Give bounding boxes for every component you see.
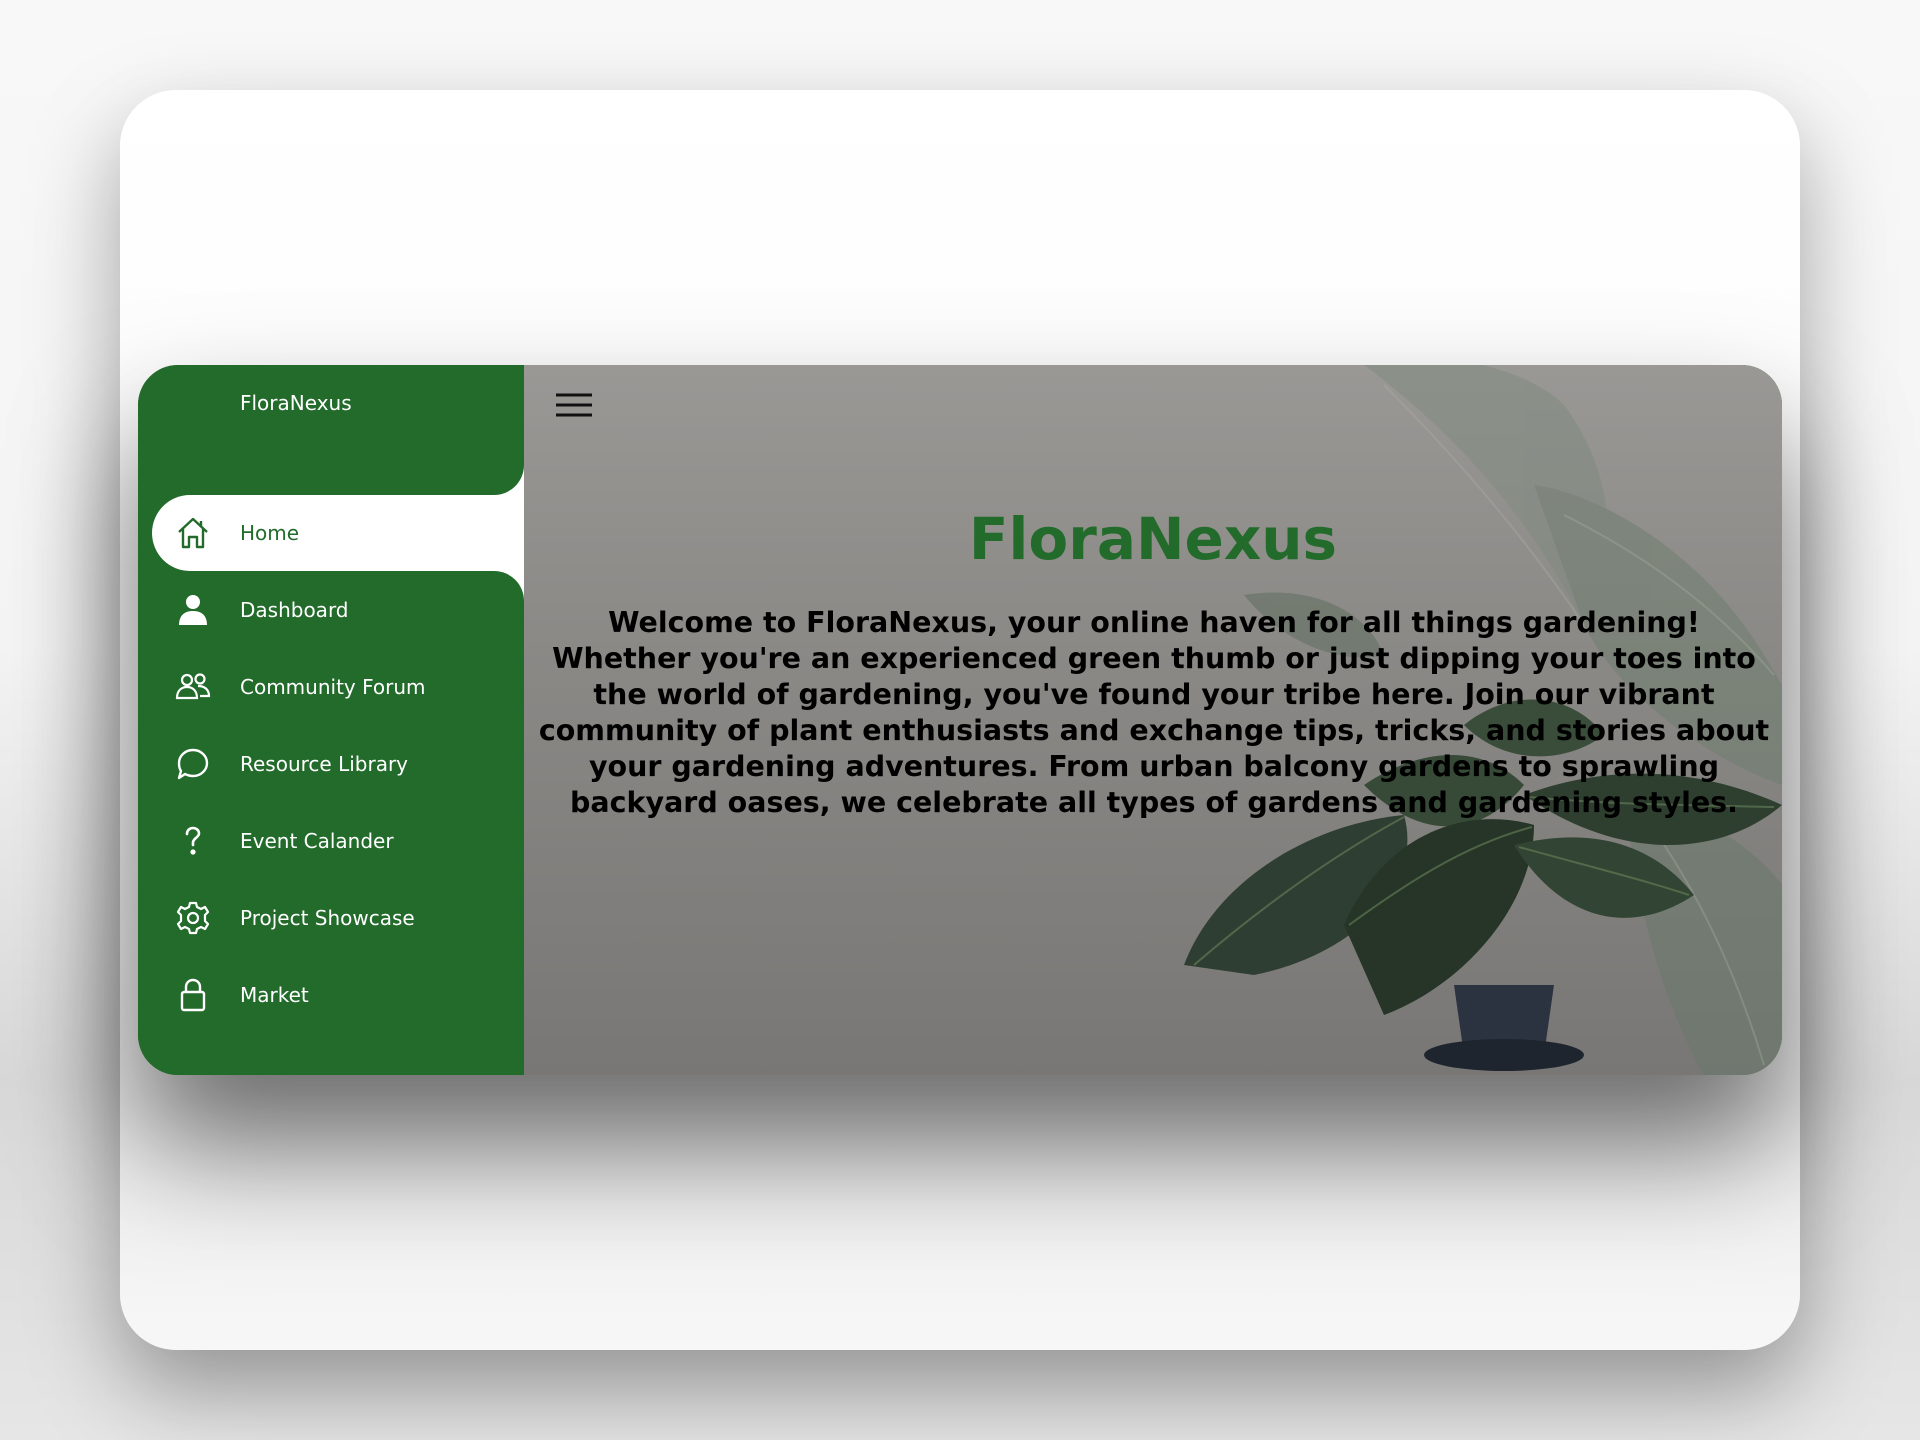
sidebar-item-resource-library[interactable]: Resource Library [152,726,524,802]
hamburger-menu-icon[interactable] [554,390,594,420]
sidebar: FloraNexus Home Dashboard Community Foru… [138,365,524,1075]
sidebar-item-event-calander[interactable]: Event Calander [152,803,524,879]
users-icon [168,669,218,705]
main-content: FloraNexus Welcome to FloraNexus, your o… [524,365,1782,1075]
sidebar-item-dashboard[interactable]: Dashboard [152,572,524,648]
sidebar-item-label: Resource Library [240,752,409,776]
sidebar-item-home[interactable]: Home [152,495,524,571]
sidebar-brand: FloraNexus [240,391,352,415]
sidebar-item-label: Dashboard [240,598,349,622]
gear-icon [168,900,218,936]
sidebar-item-label: Event Calander [240,829,394,853]
welcome-description: Welcome to FloraNexus, your online haven… [538,606,1770,819]
sidebar-item-project-showcase[interactable]: Project Showcase [152,880,524,956]
sidebar-item-label: Market [240,983,309,1007]
user-icon [168,592,218,628]
sidebar-item-community-forum[interactable]: Community Forum [152,649,524,725]
chat-bubble-icon [168,746,218,782]
lock-icon [168,977,218,1013]
sidebar-item-market[interactable]: Market [152,957,524,1033]
sidebar-item-label: Community Forum [240,675,426,699]
sidebar-item-label: Project Showcase [240,906,415,930]
page-title: FloraNexus [968,505,1338,573]
app-window: FloraNexus Home Dashboard Community Foru… [138,365,1782,1075]
home-icon [168,515,218,551]
sidebar-item-label: Home [240,521,300,545]
question-icon [168,823,218,859]
